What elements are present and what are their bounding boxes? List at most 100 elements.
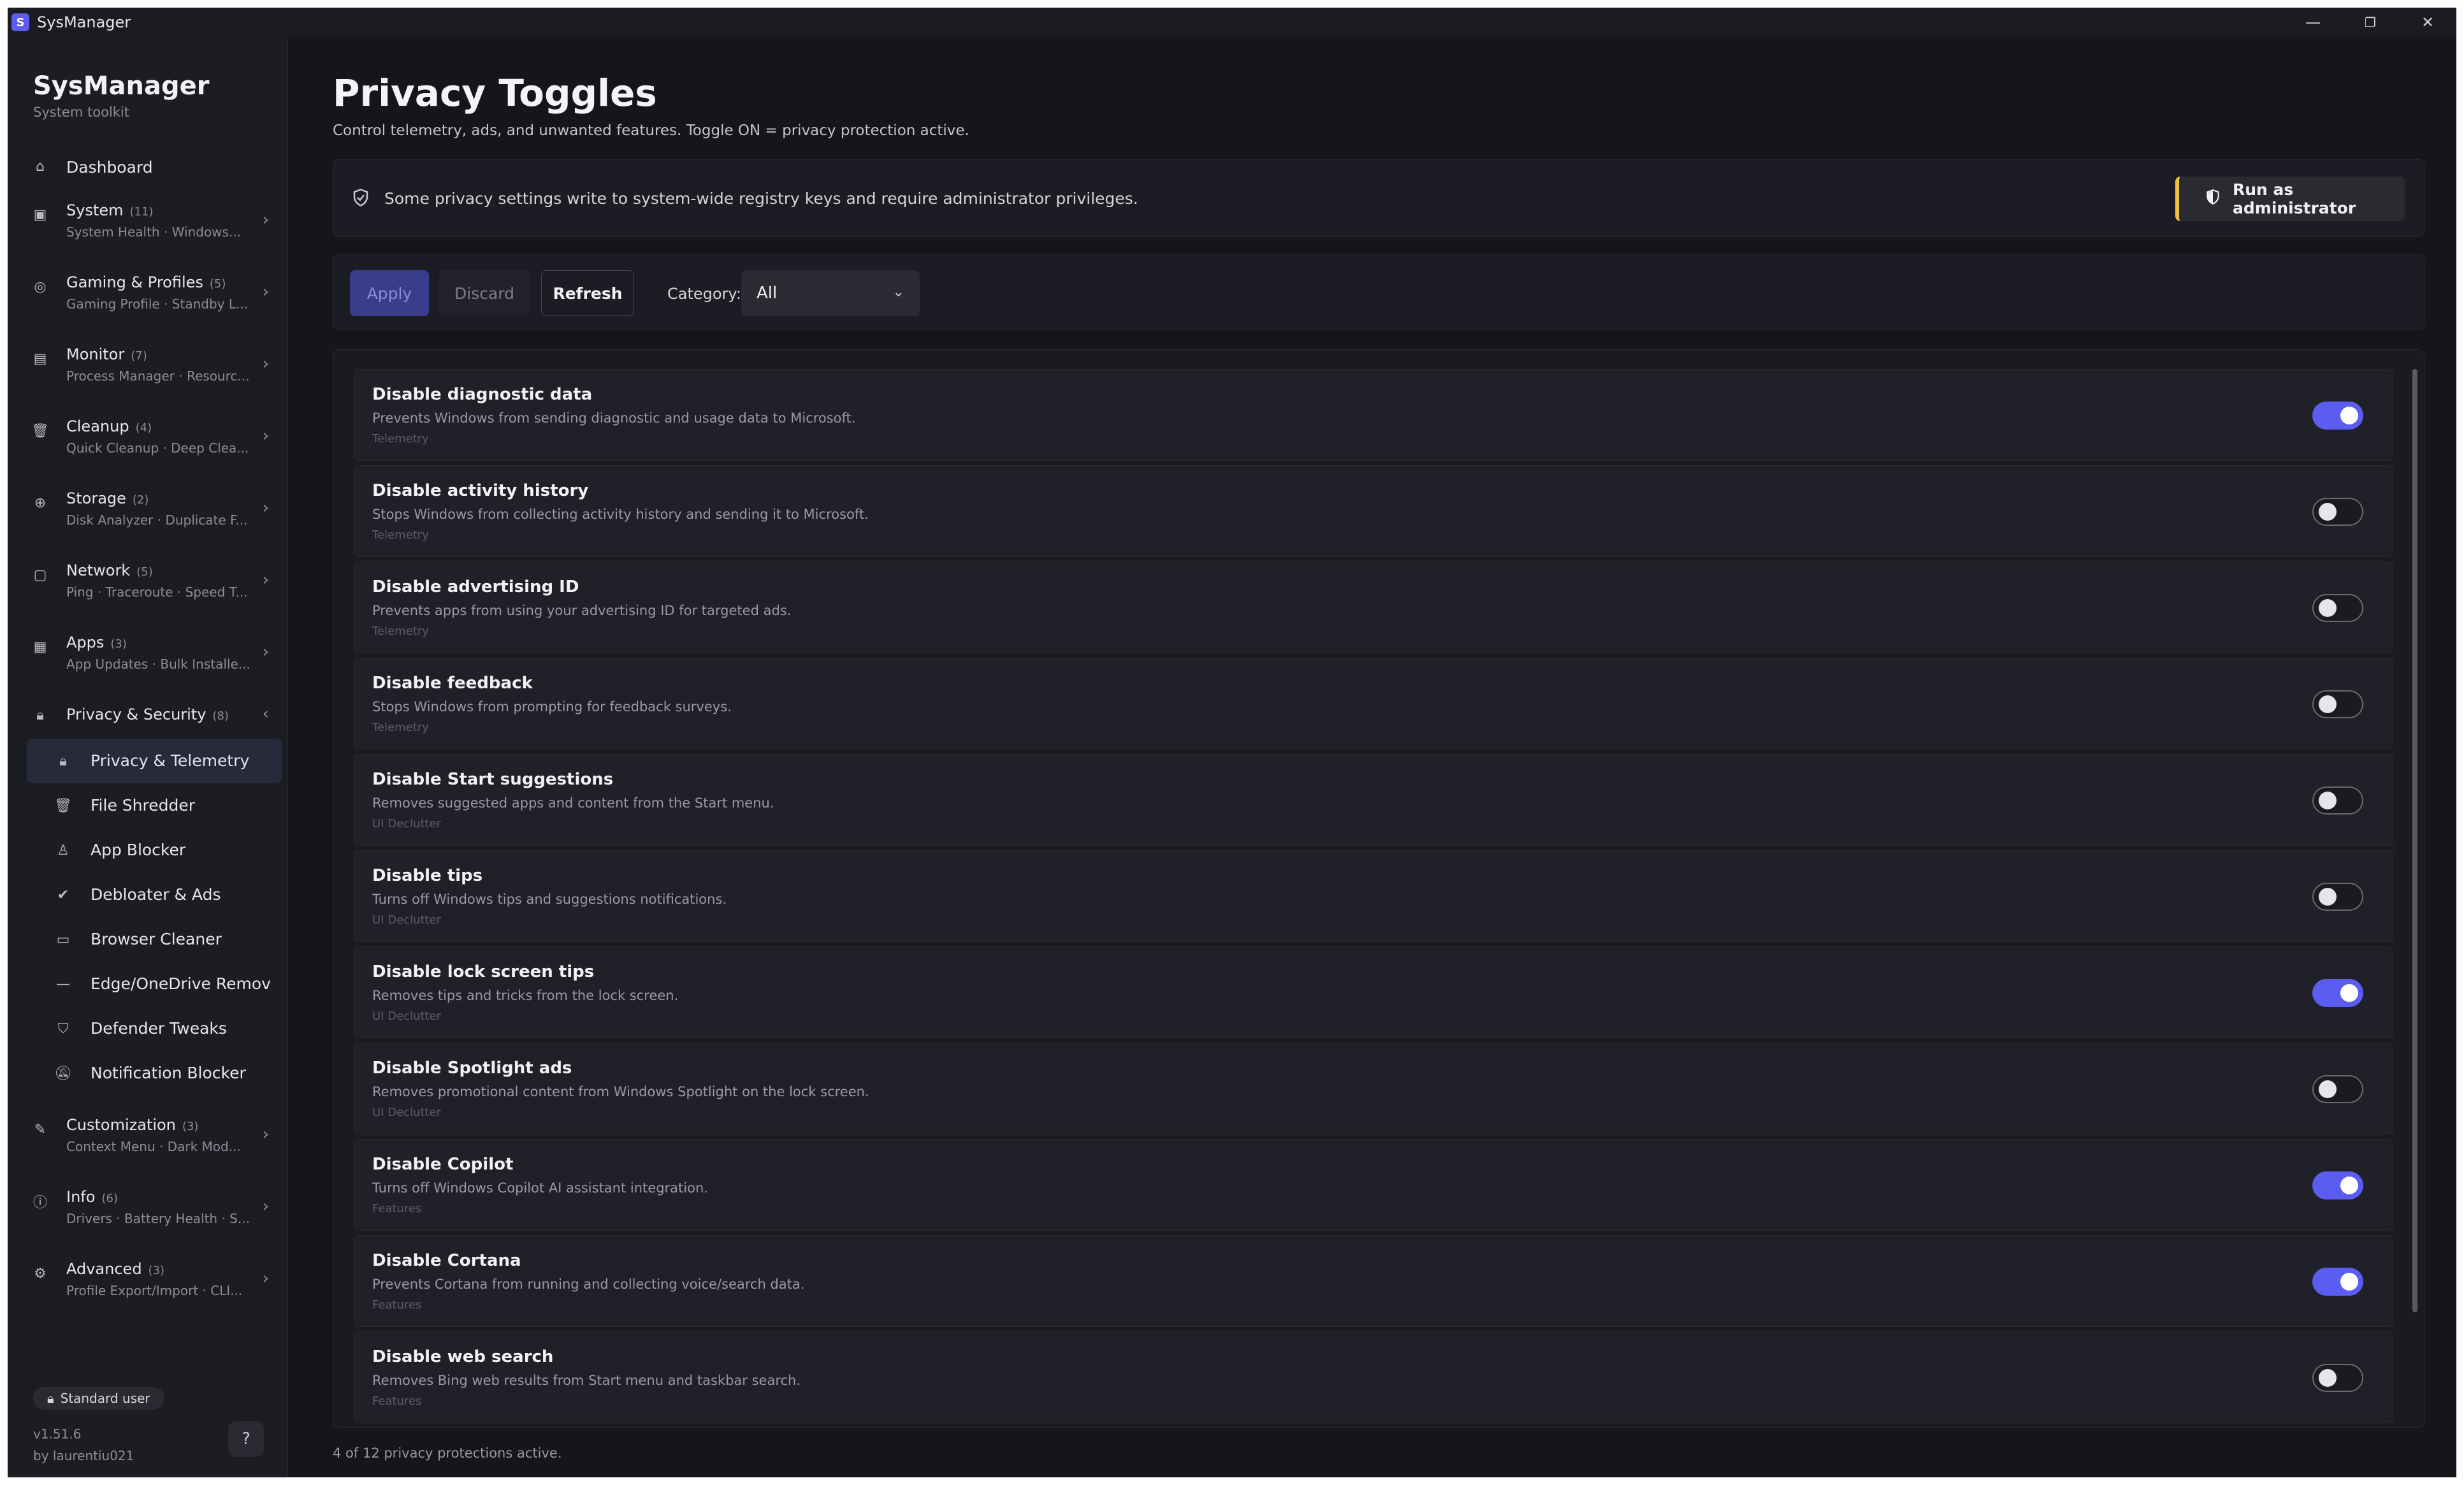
sidebar-item-cleanup[interactable]: 🗑︎ Cleanup (4) Quick Cleanup · Deep Clea...…: [20, 405, 282, 477]
toggle-category: UI Declutter: [372, 817, 442, 830]
apps-icon: ▦: [33, 639, 47, 655]
toggle-title: Disable tips: [372, 866, 483, 885]
sidebar-nav: ⌂ Dashboard ▣ System (11) System Health · W…: [20, 145, 282, 1319]
sidebar-item-label: Customization (3): [66, 1116, 199, 1134]
privacy-toggle-switch[interactable]: [2312, 690, 2363, 718]
refresh-button[interactable]: Refresh: [541, 270, 634, 316]
sidebar-item-info[interactable]: ⓘ Info (6) Drivers · Battery Health · S... ›: [20, 1175, 282, 1247]
privacy-toggle-switch[interactable]: [2312, 402, 2363, 430]
toggle-row: Disable feedback Stops Windows from promp…: [354, 658, 2393, 750]
sidebar-subitem-browser-cleaner[interactable]: ▭ Browser Cleaner: [27, 917, 282, 962]
sidebar-item-privacy-security[interactable]: 🔒︎ Privacy & Security (8) ‹: [20, 693, 282, 739]
sidebar-item-label: Dashboard: [66, 158, 153, 177]
privacy-toggle-switch[interactable]: [2312, 498, 2363, 526]
toggle-row: Disable lock screen tips Removes tips and…: [354, 946, 2393, 1038]
privacy-toggle-switch[interactable]: [2312, 883, 2363, 911]
toggle-knob: [2319, 503, 2337, 521]
sidebar-item-storage[interactable]: ⊕ Storage (2) Disk Analyzer · Duplicate F..…: [20, 477, 282, 549]
toggle-category: UI Declutter: [372, 913, 442, 927]
privacy-toggle-switch[interactable]: [2312, 1171, 2363, 1199]
status-footer: 4 of 12 privacy protections active.: [333, 1445, 562, 1461]
discard-button[interactable]: Discard: [439, 270, 530, 316]
sidebar-item-network[interactable]: ▢ Network (5) Ping · Traceroute · Speed T..…: [20, 549, 282, 621]
storage-icon: ⊕: [34, 495, 47, 511]
category-select[interactable]: All ⌄: [741, 270, 920, 316]
toggle-description: Removes suggested apps and content from …: [372, 795, 774, 811]
toggle-knob: [2319, 599, 2337, 617]
help-button[interactable]: ?: [228, 1421, 264, 1457]
brand-subtitle: System toolkit: [33, 105, 129, 120]
sidebar-item-advanced[interactable]: ⚙ Advanced (3) Profile Export/Import · CLI.…: [20, 1247, 282, 1319]
sidebar-item-customization[interactable]: ✎ Customization (3) Context Menu · Dark Mod…: [20, 1103, 282, 1175]
toggle-row: Disable advertising ID Prevents apps from…: [354, 561, 2393, 653]
sidebar-subitem-label: File Shredder: [91, 796, 196, 815]
toggle-knob: [2319, 1080, 2337, 1098]
toggle-title: Disable Spotlight ads: [372, 1059, 572, 1078]
sidebar-subitem-label: App Blocker: [91, 841, 186, 859]
main-content: Privacy Toggles Control telemetry, ads, …: [288, 37, 2456, 1477]
sidebar-item-gaming-profiles[interactable]: ◎ Gaming & Profiles (5) Gaming Profile · St…: [20, 261, 282, 333]
app-window: S SysManager — ❐ ✕ SysManager System too…: [8, 8, 2456, 1477]
sidebar-subitem-edge-onedrive-remov[interactable]: — Edge/OneDrive Remov: [27, 962, 282, 1006]
privacy-toggle-switch[interactable]: [2312, 1364, 2363, 1392]
chevron-down-icon: ⌄: [892, 284, 904, 300]
chevron-right-icon: ›: [262, 210, 269, 229]
chevron-right-icon: ›: [262, 354, 269, 373]
toggle-title: Disable advertising ID: [372, 577, 579, 597]
privacy-toggle-switch[interactable]: [2312, 786, 2363, 815]
sidebar-subitem-label: Notification Blocker: [91, 1064, 246, 1082]
toggle-title: Disable activity history: [372, 481, 589, 500]
chevron-right-icon: ›: [262, 426, 269, 446]
app-blocker-icon: ♙: [57, 842, 69, 858]
lock-icon: 🔒︎: [47, 1391, 54, 1406]
privacy-toggle-switch[interactable]: [2312, 1268, 2363, 1296]
toggle-title: Disable diagnostic data: [372, 385, 593, 404]
toggle-knob: [2319, 792, 2337, 809]
list-scrollbar[interactable]: [2412, 369, 2417, 1312]
toggle-category: UI Declutter: [372, 1106, 442, 1119]
toggle-description: Prevents Windows from sending diagnostic…: [372, 410, 856, 426]
sidebar-item-dashboard[interactable]: ⌂ Dashboard: [20, 145, 282, 189]
dash-icon: —: [56, 976, 70, 992]
toggle-row: Disable tips Turns off Windows tips and s…: [354, 850, 2393, 942]
sidebar-subitem-app-blocker[interactable]: ♙ App Blocker: [27, 828, 282, 873]
sidebar-item-apps[interactable]: ▦ Apps (3) App Updates · Bulk Installe... ›: [20, 621, 282, 693]
toggle-knob: [2340, 1273, 2358, 1291]
sidebar-item-subtitle: Profile Export/Import · CLI...: [66, 1283, 243, 1298]
toggle-title: Disable feedback: [372, 674, 533, 693]
toggle-row: Disable Copilot Turns off Windows Copilot…: [354, 1139, 2393, 1231]
bell-off-icon: 🔕︎: [54, 1065, 72, 1082]
privacy-toggle-switch[interactable]: [2312, 979, 2363, 1007]
sidebar-subitem-label: Debloater & Ads: [91, 885, 221, 904]
sidebar-subitem-label: Privacy & Telemetry: [91, 751, 250, 770]
sidebar-subitem-file-shredder[interactable]: 🗑︎ File Shredder: [27, 783, 282, 828]
sidebar-subitem-debloater-ads[interactable]: ✔ Debloater & Ads: [27, 873, 282, 917]
sidebar-item-label: Storage (2): [66, 489, 149, 507]
sidebar-item-subtitle: Disk Analyzer · Duplicate F...: [66, 512, 248, 528]
toggle-category: Telemetry: [372, 721, 429, 734]
privacy-toggle-switch[interactable]: [2312, 594, 2363, 622]
author-label: by laurentiu021: [33, 1448, 134, 1463]
sidebar-item-subtitle: Quick Cleanup · Deep Clea...: [66, 440, 249, 456]
sidebar-item-monitor[interactable]: ▤ Monitor (7) Process Manager · Resourc... ›: [20, 333, 282, 405]
toggle-category: Telemetry: [372, 432, 429, 446]
privacy-toggle-switch[interactable]: [2312, 1075, 2363, 1103]
run-as-admin-button[interactable]: Run as administrator: [2175, 177, 2405, 221]
sidebar-item-system[interactable]: ▣ System (11) System Health · Windows... ›: [20, 189, 282, 261]
restore-button[interactable]: ❐: [2342, 8, 2399, 37]
network-icon: ▢: [33, 567, 47, 583]
sidebar-subitem-privacy-telemetry[interactable]: 🔒︎ Privacy & Telemetry: [27, 739, 282, 783]
minimize-button[interactable]: —: [2284, 8, 2342, 37]
apply-button[interactable]: Apply: [350, 270, 429, 316]
brush-icon: ✎: [34, 1121, 47, 1138]
toggle-row: Disable Cortana Prevents Cortana from run…: [354, 1235, 2393, 1327]
sidebar-subitem-notification-blocker[interactable]: 🔕︎ Notification Blocker: [27, 1051, 282, 1096]
toggle-row: Disable diagnostic data Prevents Windows …: [354, 369, 2393, 461]
toggle-category: Telemetry: [372, 625, 429, 638]
toggle-description: Removes promotional content from Windows…: [372, 1084, 869, 1099]
toggle-knob: [2319, 695, 2337, 713]
sidebar-item-label: Monitor (7): [66, 345, 147, 363]
sidebar-subitem-defender-tweaks[interactable]: ⛉ Defender Tweaks: [27, 1006, 282, 1051]
close-button[interactable]: ✕: [2399, 8, 2456, 37]
browser-icon: ▭: [56, 931, 70, 948]
